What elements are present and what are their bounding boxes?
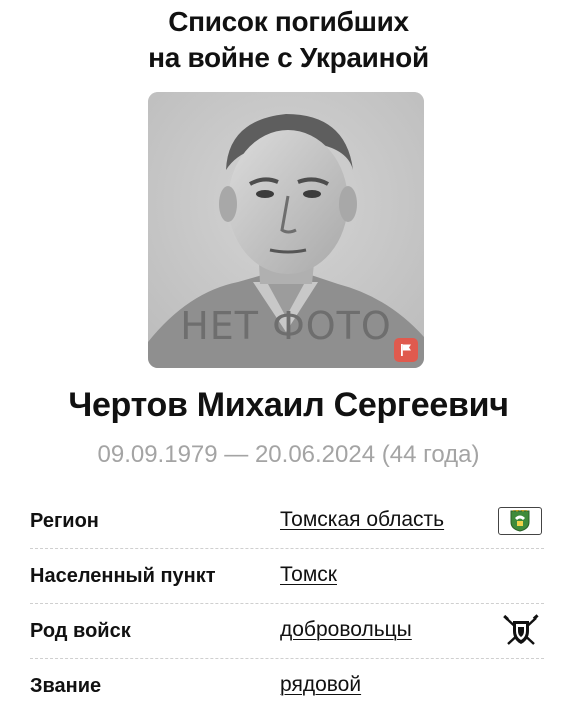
- page-title-line-1: Список погибших: [168, 6, 409, 37]
- person-photo-placeholder: НЕТ ФОТО: [148, 92, 424, 368]
- report-flag-button[interactable]: [394, 338, 418, 362]
- page-title: Список погибших на войне с Украиной: [0, 4, 577, 76]
- region-coat-of-arms-icon: [510, 510, 530, 532]
- volunteers-emblem-icon: [502, 614, 540, 648]
- info-label-rank: Звание: [30, 675, 102, 697]
- troops-link[interactable]: добровольцы: [280, 616, 412, 644]
- info-row-settlement: Населенный пункт Томск: [30, 549, 544, 604]
- life-dates: 09.09.1979 — 20.06.2024 (44 года): [97, 441, 480, 468]
- info-row-troops: Род войск добровольцы: [30, 604, 544, 659]
- page-title-line-2: на войне с Украиной: [148, 42, 429, 73]
- info-label-settlement: Населенный пункт: [30, 565, 216, 587]
- info-row-rank: Звание рядовой: [30, 659, 544, 713]
- flag-icon: [401, 344, 411, 356]
- rank-link[interactable]: рядовой: [280, 671, 361, 699]
- region-link[interactable]: Томская область: [280, 506, 444, 534]
- info-label-region: Регион: [30, 510, 99, 532]
- info-table: Регион Томская область Населенный пункт …: [30, 494, 544, 713]
- person-name: Чертов Михаил Сергеевич: [68, 386, 509, 424]
- settlement-link[interactable]: Томск: [280, 561, 337, 589]
- info-row-region: Регион Томская область: [30, 494, 544, 549]
- no-photo-label: НЕТ ФОТО: [180, 304, 392, 348]
- info-label-troops: Род войск: [30, 620, 131, 642]
- region-coat-of-arms-button[interactable]: [498, 507, 542, 535]
